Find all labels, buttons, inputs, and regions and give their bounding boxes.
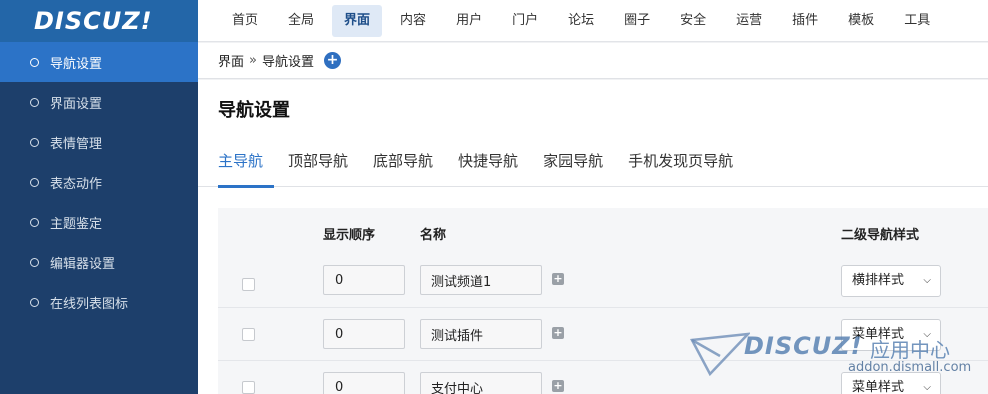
- topnav-item-content[interactable]: 内容: [388, 5, 438, 37]
- tab-mobile-nav[interactable]: 手机发现页导航: [628, 150, 733, 181]
- table-row: + 菜单样式 ⌵: [218, 307, 988, 360]
- topnav-item-plugins[interactable]: 插件: [780, 5, 830, 37]
- tab-quick-nav[interactable]: 快捷导航: [458, 150, 518, 181]
- sidebar: 导航设置 界面设置 表情管理 表态动作 主题鉴定 编辑器设置 在线列表图标: [0, 42, 198, 394]
- chevron-down-icon: ⌵: [923, 382, 931, 393]
- circle-icon: [30, 97, 39, 107]
- name-input[interactable]: [420, 372, 542, 394]
- breadcrumb-part-interface[interactable]: 界面: [218, 51, 244, 70]
- logo-text: DISCUZ!: [34, 7, 153, 35]
- breadcrumb: 界面 » 导航设置 +: [198, 43, 988, 79]
- circle-icon: [30, 137, 39, 147]
- topnav-item-tools[interactable]: 工具: [892, 5, 942, 37]
- table-row: + 菜单样式 ⌵: [218, 360, 988, 394]
- circle-icon: [30, 177, 39, 187]
- name-input[interactable]: [420, 319, 542, 349]
- breadcrumb-separator: »: [249, 53, 257, 68]
- row-checkbox[interactable]: [242, 278, 255, 291]
- add-subnav-icon[interactable]: +: [552, 273, 564, 285]
- order-input[interactable]: [323, 372, 405, 394]
- order-input[interactable]: [323, 319, 405, 349]
- select-value: 菜单样式: [852, 327, 905, 342]
- sidebar-item-label: 表态动作: [50, 176, 103, 192]
- topnav-item-interface[interactable]: 界面: [332, 4, 383, 37]
- circle-icon: [30, 257, 39, 267]
- name-input[interactable]: [420, 265, 542, 295]
- topnav-item-global[interactable]: 全局: [276, 5, 326, 37]
- row-checkbox[interactable]: [242, 328, 255, 341]
- tab-top-nav[interactable]: 顶部导航: [288, 150, 348, 181]
- topnav-item-portal[interactable]: 门户: [500, 5, 550, 37]
- sidebar-item-reactions[interactable]: 表态动作: [0, 162, 198, 202]
- circle-icon: [30, 57, 39, 67]
- chevron-down-icon: ⌵: [923, 275, 931, 286]
- topnav-item-templates[interactable]: 模板: [836, 5, 886, 37]
- header-name: 名称: [420, 228, 447, 243]
- tab-home-nav[interactable]: 家园导航: [543, 150, 603, 181]
- tab-divider: [198, 185, 988, 188]
- topnav-item-forum[interactable]: 论坛: [556, 5, 606, 37]
- sidebar-item-label: 界面设置: [50, 96, 103, 112]
- header-submenu-style: 二级导航样式: [841, 228, 920, 243]
- tab-main-nav[interactable]: 主导航: [218, 150, 263, 181]
- nav-tabs: 主导航 顶部导航 底部导航 快捷导航 家园导航 手机发现页导航: [218, 150, 758, 181]
- select-value: 菜单样式: [852, 380, 905, 394]
- sidebar-item-label: 导航设置: [50, 56, 103, 72]
- sidebar-item-nav-settings[interactable]: 导航设置: [0, 42, 198, 82]
- sidebar-item-label: 编辑器设置: [50, 256, 116, 272]
- app-logo[interactable]: DISCUZ!: [0, 0, 198, 42]
- sidebar-item-emoticons[interactable]: 表情管理: [0, 122, 198, 162]
- header-order: 显示顺序: [323, 228, 376, 243]
- nav-table: 显示顺序 名称 二级导航样式 + 横排样式 ⌵ + 菜单样式 ⌵ + 菜单样式 ⌵: [218, 208, 988, 394]
- sidebar-item-thread-stamps[interactable]: 主题鉴定: [0, 202, 198, 242]
- submenu-style-select[interactable]: 菜单样式 ⌵: [841, 372, 941, 394]
- topnav-item-operations[interactable]: 运营: [724, 5, 774, 37]
- sidebar-item-online-icons[interactable]: 在线列表图标: [0, 282, 198, 322]
- submenu-style-select[interactable]: 菜单样式 ⌵: [841, 319, 941, 351]
- select-value: 横排样式: [852, 273, 905, 288]
- sidebar-item-label: 在线列表图标: [50, 296, 129, 312]
- topnav-item-security[interactable]: 安全: [668, 5, 718, 37]
- sidebar-item-label: 主题鉴定: [50, 216, 103, 232]
- top-nav: 首页 全局 界面 内容 用户 门户 论坛 圈子 安全 运营 插件 模板 工具: [198, 0, 988, 42]
- breadcrumb-part-nav: 导航设置: [261, 55, 314, 70]
- submenu-style-select[interactable]: 横排样式 ⌵: [841, 265, 941, 297]
- sidebar-item-interface-settings[interactable]: 界面设置: [0, 82, 198, 122]
- circle-icon: [30, 217, 39, 227]
- row-checkbox[interactable]: [242, 381, 255, 394]
- active-tab-indicator: [218, 185, 274, 188]
- sidebar-item-editor-settings[interactable]: 编辑器设置: [0, 242, 198, 282]
- sidebar-item-label: 表情管理: [50, 136, 103, 152]
- plus-circle-icon[interactable]: +: [324, 52, 341, 69]
- chevron-down-icon: ⌵: [923, 329, 931, 340]
- topnav-item-groups[interactable]: 圈子: [612, 5, 662, 37]
- tab-bottom-nav[interactable]: 底部导航: [373, 150, 433, 181]
- circle-icon: [30, 297, 39, 307]
- main-panel: 导航设置 主导航 顶部导航 底部导航 快捷导航 家园导航 手机发现页导航 显示顺…: [198, 80, 988, 394]
- add-subnav-icon[interactable]: +: [552, 327, 564, 339]
- add-subnav-icon[interactable]: +: [552, 380, 564, 392]
- topnav-item-home[interactable]: 首页: [220, 5, 270, 37]
- order-input[interactable]: [323, 265, 405, 295]
- page-title: 导航设置: [218, 100, 290, 121]
- topnav-item-users[interactable]: 用户: [444, 5, 494, 37]
